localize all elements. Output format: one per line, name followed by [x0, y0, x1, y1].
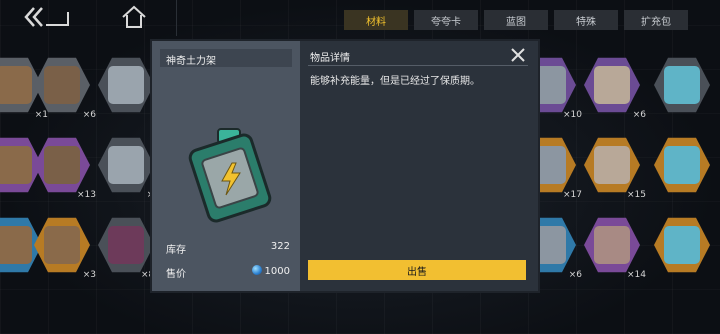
battery-icon: [664, 146, 700, 184]
item-count: ×6: [82, 110, 96, 120]
inventory-slot[interactable]: ×6: [34, 56, 96, 120]
item-count: ×6: [568, 270, 582, 280]
canister-icon: [0, 66, 32, 104]
tab-praise-cards[interactable]: 夸夸卡: [414, 10, 478, 30]
tab-expansion-packs[interactable]: 扩充包: [624, 10, 688, 30]
pipes-icon: [108, 146, 144, 184]
item-info-pane: 物品详情 能够补充能量，但是已经过了保质期。 出售: [300, 41, 538, 291]
price-value: 1000: [264, 266, 290, 277]
item-count: ×17: [563, 190, 582, 200]
tab-materials[interactable]: 材料: [344, 10, 408, 30]
price-display: 1000: [251, 265, 290, 277]
ore-pile-icon: [594, 146, 630, 184]
home-icon[interactable]: [120, 4, 148, 30]
coin-icon: [251, 265, 262, 275]
item-count: ×3: [82, 270, 96, 280]
canister-icon: [44, 66, 80, 104]
price-label: 售价: [166, 269, 186, 280]
inventory-slot[interactable]: ×7: [98, 136, 160, 200]
close-icon[interactable]: [510, 47, 526, 63]
nav-divider: [176, 0, 177, 36]
item-preview-pane: 神奇土力架 库存 322 售价 1000: [152, 41, 300, 291]
tab-blueprints[interactable]: 蓝图: [484, 10, 548, 30]
item-name: 神奇土力架: [166, 56, 216, 67]
battery-icon: [664, 226, 700, 264]
item-name-bar: 神奇土力架: [160, 49, 292, 67]
category-tabs: 材料 夸夸卡 蓝图 特殊 扩充包: [344, 10, 688, 30]
tab-special[interactable]: 特殊: [554, 10, 618, 30]
canister-icon: [0, 146, 32, 184]
info-title-bar: 物品详情: [308, 47, 528, 66]
panel-title: 物品详情: [310, 53, 350, 64]
canister-icon: [0, 226, 32, 264]
energy-battery-icon: [188, 128, 272, 223]
stock-label: 库存: [166, 245, 186, 256]
item-description: 能够补充能量，但是已经过了保质期。: [310, 76, 480, 87]
item-count: ×10: [563, 110, 582, 120]
crystal-icon: [108, 226, 144, 264]
canister-icon: [44, 146, 80, 184]
item-count: ×13: [77, 190, 96, 200]
stock-row: 库存 322: [166, 241, 290, 256]
canister-icon: [44, 226, 80, 264]
inventory-slot[interactable]: [654, 56, 710, 114]
item-count: ×14: [627, 270, 646, 280]
inventory-slot[interactable]: [98, 56, 154, 114]
item-detail-dialog: 神奇土力架 库存 322 售价 1000 物品详情 能够补充能量，但是已经过了保…: [152, 41, 538, 291]
ore-pile-icon: [594, 226, 630, 264]
price-row: 售价 1000: [166, 265, 290, 280]
ore-pile-icon: [594, 66, 630, 104]
item-count: ×15: [627, 190, 646, 200]
top-bar: 材料 夸夸卡 蓝图 特殊 扩充包: [0, 0, 720, 36]
back-arrow-icon[interactable]: [24, 6, 70, 28]
inventory-slot[interactable]: [654, 136, 710, 194]
item-count: ×6: [632, 110, 646, 120]
sell-button[interactable]: 出售: [308, 260, 526, 280]
inventory-slot[interactable]: ×6: [584, 56, 646, 120]
pipes-icon: [108, 66, 144, 104]
battery-icon: [664, 66, 700, 104]
stock-value: 322: [270, 241, 290, 252]
inventory-slot[interactable]: ×13: [34, 136, 96, 200]
inventory-slot[interactable]: ×3: [34, 216, 96, 280]
inventory-slot[interactable]: [654, 216, 710, 274]
inventory-slot[interactable]: ×14: [584, 216, 646, 280]
inventory-slot[interactable]: ×15: [584, 136, 646, 200]
inventory-slot[interactable]: ×84: [98, 216, 160, 280]
